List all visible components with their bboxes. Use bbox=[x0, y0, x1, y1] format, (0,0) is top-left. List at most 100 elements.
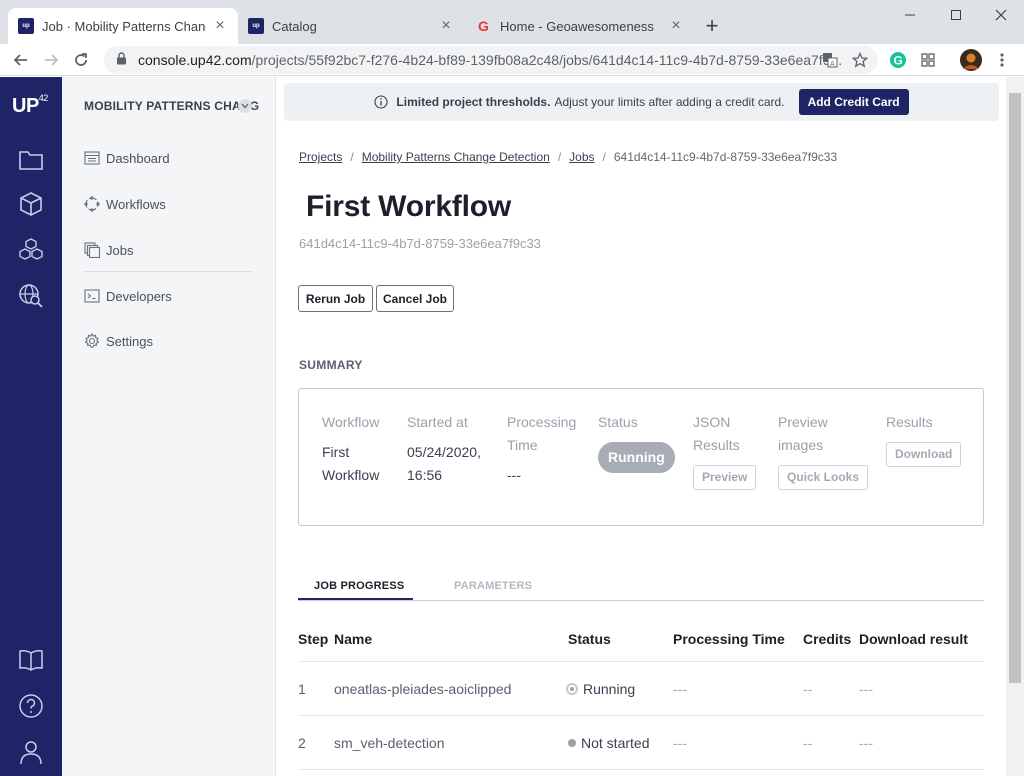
up42-favicon-icon: up bbox=[18, 18, 34, 34]
info-icon bbox=[374, 95, 388, 109]
reload-button[interactable] bbox=[68, 47, 94, 73]
svg-text:G: G bbox=[478, 18, 489, 34]
translate-icon[interactable]: A bbox=[818, 48, 842, 72]
sidebar-item-developers[interactable]: Developers bbox=[84, 288, 172, 304]
url-text: console.up42.com/projects/55f92bc7-f276-… bbox=[138, 52, 843, 68]
globe-search-icon[interactable] bbox=[16, 281, 46, 311]
browser-tab-catalog[interactable]: up Catalog × bbox=[238, 8, 464, 44]
address-bar[interactable]: console.up42.com/projects/55f92bc7-f276-… bbox=[104, 46, 878, 74]
blocks-icon[interactable] bbox=[16, 235, 46, 265]
table-header-step: Step bbox=[298, 631, 329, 647]
main-content: Limited project thresholds. Adjust your … bbox=[276, 77, 1006, 776]
browser-tab-job[interactable]: up Job · Mobility Patterns Change D × bbox=[8, 8, 238, 44]
status-badge: Running bbox=[598, 442, 675, 473]
table-row-divider bbox=[298, 715, 984, 716]
new-tab-button[interactable]: + bbox=[700, 13, 724, 38]
banner-text: Adjust your limits after adding a credit… bbox=[554, 95, 785, 109]
download-button[interactable]: Download bbox=[886, 442, 962, 467]
scrollbar-thumb[interactable] bbox=[1009, 93, 1021, 683]
cube-icon[interactable] bbox=[16, 189, 46, 219]
table-header-credits: Credits bbox=[803, 631, 852, 647]
job-id: 641d4c14-11c9-4b7d-8759-33e6ea7f9c33 bbox=[299, 236, 541, 251]
up42-logo[interactable]: UP42 bbox=[12, 93, 48, 118]
up42-favicon-icon: up bbox=[248, 18, 264, 34]
summary-card: Workflow First Workflow Started at 05/24… bbox=[298, 388, 984, 526]
browser-menu-icon[interactable] bbox=[990, 48, 1014, 72]
table-header-name: Name bbox=[334, 631, 373, 647]
profile-avatar[interactable] bbox=[959, 48, 983, 72]
table-row-divider bbox=[298, 661, 984, 662]
close-tab-icon[interactable]: × bbox=[438, 17, 454, 34]
chevron-down-icon[interactable] bbox=[238, 99, 252, 113]
extensions-icon[interactable] bbox=[916, 48, 940, 72]
sidebar-item-label: Settings bbox=[106, 333, 153, 349]
sidebar-item-workflows[interactable]: Workflows bbox=[84, 196, 166, 212]
bookmark-star-icon[interactable] bbox=[848, 48, 872, 72]
minimize-button[interactable] bbox=[887, 0, 933, 30]
sidebar-item-settings[interactable]: Settings bbox=[84, 333, 153, 349]
app-rail: UP42 bbox=[0, 77, 62, 776]
svg-text:G: G bbox=[894, 54, 903, 68]
sidebar-item-dashboard[interactable]: Dashboard bbox=[84, 150, 170, 166]
job-tabs: JOB PROGRESS PARAMETERS bbox=[298, 577, 984, 601]
jobs-icon bbox=[84, 242, 100, 258]
summary-preview-images: Preview images Quick Looks bbox=[778, 411, 869, 490]
forward-button[interactable] bbox=[38, 47, 64, 73]
tab-job-progress[interactable]: JOB PROGRESS bbox=[314, 580, 404, 592]
summary-heading: SUMMARY bbox=[299, 358, 363, 372]
book-icon[interactable] bbox=[16, 645, 46, 675]
table-header-status: Status bbox=[568, 631, 611, 647]
summary-status: Status Running bbox=[598, 411, 675, 473]
add-credit-card-button[interactable]: Add Credit Card bbox=[798, 89, 909, 115]
lock-icon bbox=[116, 52, 128, 68]
grammarly-icon[interactable]: G bbox=[886, 48, 910, 72]
breadcrumb-project[interactable]: Mobility Patterns Change Detection bbox=[362, 150, 550, 164]
quick-looks-button[interactable]: Quick Looks bbox=[778, 465, 869, 490]
svg-text:A: A bbox=[830, 60, 835, 68]
gear-icon bbox=[84, 333, 100, 349]
row-status: Not started bbox=[568, 735, 649, 751]
breadcrumb-jobs[interactable]: Jobs bbox=[569, 150, 594, 164]
breadcrumb-separator: / bbox=[602, 150, 606, 164]
active-tab-indicator bbox=[298, 598, 413, 600]
json-preview-button[interactable]: Preview bbox=[693, 465, 757, 490]
sidebar-divider bbox=[84, 271, 252, 272]
running-status-icon bbox=[566, 683, 578, 696]
close-tab-icon[interactable]: × bbox=[668, 17, 684, 34]
table-row-divider bbox=[298, 769, 984, 770]
tab-title: Job · Mobility Patterns Change D bbox=[42, 18, 206, 34]
help-icon[interactable] bbox=[16, 691, 46, 721]
breadcrumb-separator: / bbox=[557, 150, 562, 164]
browser-toolbar: console.up42.com/projects/55f92bc7-f276-… bbox=[0, 44, 1024, 76]
row-name: sm_veh-detection bbox=[334, 735, 445, 751]
table-header-download-result: Download result bbox=[859, 631, 968, 647]
tab-parameters[interactable]: PARAMETERS bbox=[454, 580, 532, 592]
table-header-processing-time: Processing Time bbox=[673, 631, 785, 647]
sidebar-item-label: Developers bbox=[106, 288, 172, 304]
breadcrumb-projects[interactable]: Projects bbox=[299, 150, 342, 164]
rerun-job-button[interactable]: Rerun Job bbox=[298, 285, 373, 312]
page-scrollbar[interactable] bbox=[1006, 77, 1024, 776]
project-title[interactable]: MOBILITY PATTERNS CHANG bbox=[84, 99, 259, 113]
row-processing-time: --- bbox=[673, 735, 687, 751]
user-icon[interactable] bbox=[16, 737, 46, 767]
summary-started-at: Started at 05/24/2020, 16:56 bbox=[407, 414, 481, 483]
folder-icon[interactable] bbox=[16, 145, 46, 175]
row-download: --- bbox=[859, 681, 873, 697]
back-button[interactable] bbox=[8, 47, 34, 73]
row-credits: -- bbox=[803, 681, 813, 697]
close-tab-icon[interactable]: × bbox=[212, 17, 228, 34]
breadcrumb-separator: / bbox=[350, 150, 354, 164]
summary-json-results: JSON Results Preview bbox=[693, 411, 757, 490]
maximize-button[interactable] bbox=[933, 0, 979, 30]
row-download: --- bbox=[859, 735, 873, 751]
sidebar-item-label: Dashboard bbox=[106, 150, 170, 166]
browser-tab-geoawesomeness[interactable]: G Home - Geoawesomeness × bbox=[466, 8, 694, 44]
banner-title: Limited project thresholds. bbox=[396, 95, 551, 109]
sidebar-item-jobs[interactable]: Jobs bbox=[84, 242, 133, 258]
cancel-job-button[interactable]: Cancel Job bbox=[376, 285, 454, 312]
threshold-banner: Limited project thresholds. Adjust your … bbox=[284, 83, 999, 121]
row-name: oneatlas-pleiades-aoiclipped bbox=[334, 681, 512, 697]
close-window-button[interactable] bbox=[978, 0, 1024, 30]
browser-titlebar: up Job · Mobility Patterns Change D × up… bbox=[0, 0, 1024, 44]
